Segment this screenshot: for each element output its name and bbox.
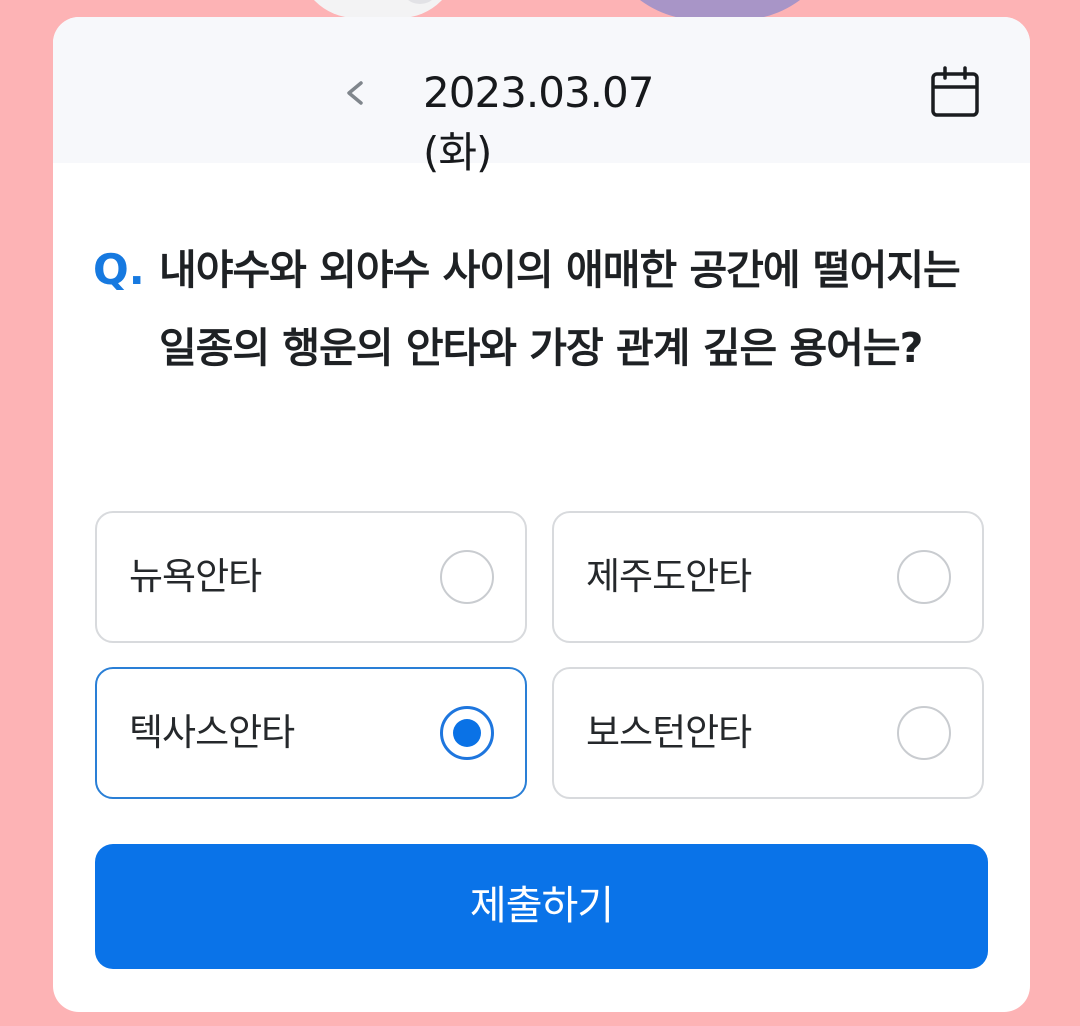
radio-checked-icon[interactable]	[440, 706, 494, 760]
current-date: 2023.03.07 (화)	[423, 68, 654, 177]
option-4[interactable]: 보스턴안타	[552, 667, 984, 799]
question-text: 내야수와 외야수 사이의 애매한 공간에 떨어지는 일종의 행운의 안타와 가장…	[159, 246, 961, 372]
option-1[interactable]: 뉴욕안타	[95, 511, 527, 643]
submit-button[interactable]: 제출하기	[95, 844, 988, 969]
option-2[interactable]: 제주도안타	[552, 511, 984, 643]
question-prefix: Q.	[93, 245, 145, 294]
option-label: 제주도안타	[586, 555, 752, 598]
option-label: 뉴욕안타	[129, 555, 262, 598]
radio-unchecked-icon[interactable]	[897, 706, 951, 760]
character-illustration-left	[298, 0, 458, 18]
option-3[interactable]: 텍사스안타	[95, 667, 527, 799]
radio-unchecked-icon[interactable]	[440, 550, 494, 604]
prev-date-button[interactable]	[333, 65, 379, 121]
radio-unchecked-icon[interactable]	[897, 550, 951, 604]
quiz-card: 2023.03.07 (화) Q. 내야수와 외야수 사이의 애매한 공간에 떨…	[53, 17, 1030, 1012]
calendar-button[interactable]	[925, 63, 985, 123]
option-label: 보스턴안타	[586, 711, 752, 754]
option-label: 텍사스안타	[129, 711, 295, 754]
calendar-icon	[931, 66, 979, 117]
chevron-left-icon	[347, 81, 363, 105]
date-header: 2023.03.07 (화)	[53, 17, 1030, 177]
